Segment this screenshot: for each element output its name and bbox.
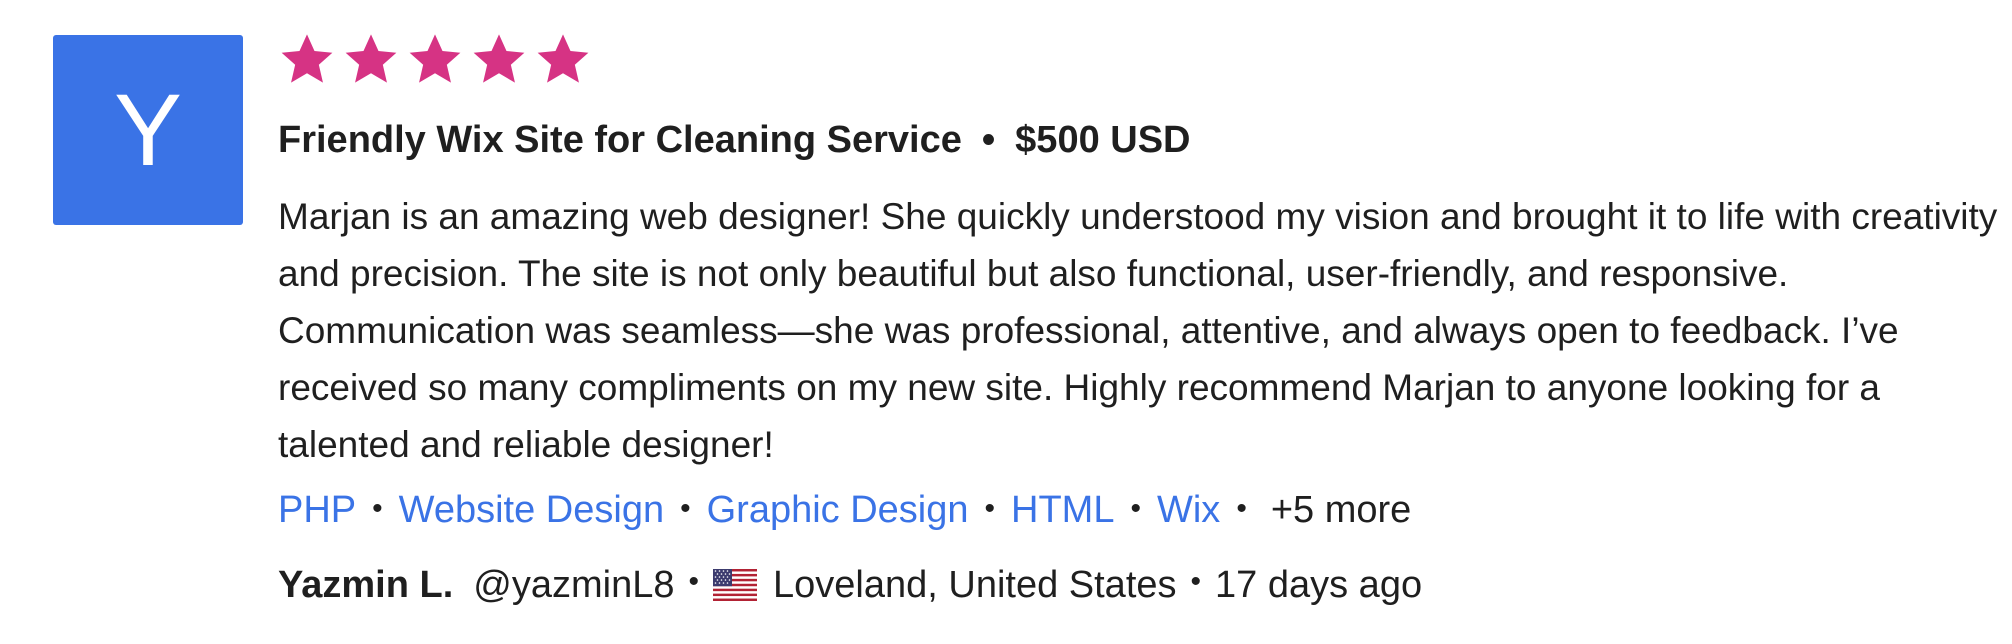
skill-link-wix[interactable]: Wix xyxy=(1157,489,1220,531)
us-flag-icon xyxy=(713,569,758,601)
title-separator: • xyxy=(981,119,996,161)
project-price: $500 USD xyxy=(1015,119,1191,161)
reviewer-name[interactable]: Yazmin L. xyxy=(278,560,453,610)
skills-row: PHP • Website Design • Graphic Design • HTML • W… xyxy=(278,485,1998,538)
reviewer-handle: @yazminL8 xyxy=(473,564,675,606)
avatar[interactable]: Y xyxy=(53,35,243,225)
skill-link-graphic-design[interactable]: Graphic Design xyxy=(707,489,969,531)
meta-separator: • xyxy=(688,565,700,598)
star-icon xyxy=(406,30,464,88)
star-icon xyxy=(534,30,592,88)
review-content: Friendly Wix Site for Cleaning Service • $… xyxy=(278,28,1998,610)
reviewer-location: Loveland, United States xyxy=(773,564,1177,606)
reviewer-meta: Yazmin L. @yazminL8 • Loveland, United S… xyxy=(278,560,1998,610)
review-card: Y Friendly Wix Site for Cleaning Service… xyxy=(0,0,2012,644)
meta-separator: • xyxy=(1190,565,1202,598)
star-rating xyxy=(278,28,1998,90)
skill-link-html[interactable]: HTML xyxy=(1011,489,1114,531)
skill-separator: • xyxy=(1236,492,1247,525)
project-title[interactable]: Friendly Wix Site for Cleaning Service xyxy=(278,119,962,161)
skill-separator: • xyxy=(984,492,996,525)
star-icon xyxy=(342,30,400,88)
skill-link-php[interactable]: PHP xyxy=(278,489,356,531)
review-time: 17 days ago xyxy=(1215,564,1423,606)
star-icon xyxy=(278,30,336,88)
review-text: Marjan is an amazing web designer! She q… xyxy=(278,196,1998,465)
project-title-row: Friendly Wix Site for Cleaning Service • $… xyxy=(278,118,1998,162)
skill-separator: • xyxy=(1130,492,1141,525)
more-skills-button[interactable]: +5 more xyxy=(1271,489,1411,531)
skill-link-website-design[interactable]: Website Design xyxy=(399,489,664,531)
star-icon xyxy=(470,30,528,88)
skill-separator: • xyxy=(680,492,691,525)
skill-separator: • xyxy=(372,492,383,525)
avatar-letter: Y xyxy=(113,73,183,187)
